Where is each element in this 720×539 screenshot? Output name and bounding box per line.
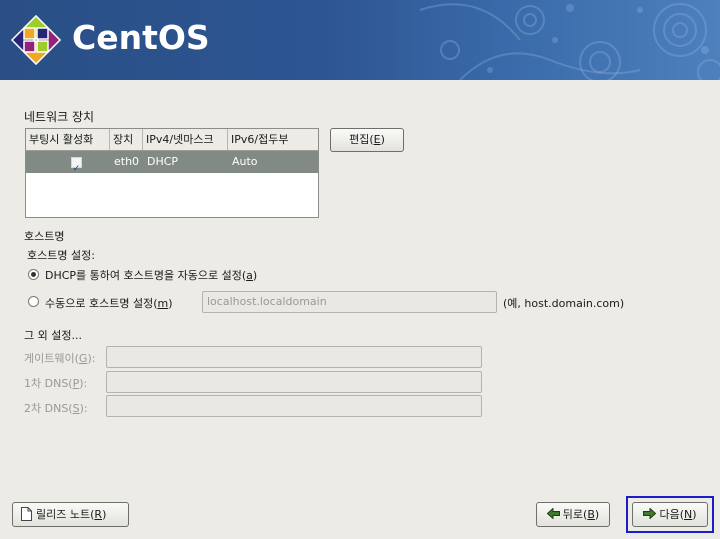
network-devices-table[interactable]: 부팅시 활성화 장치 IPv4/넷마스크 IPv6/접두부 ✓ eth0 DHC… [25,128,319,218]
release-notes-mnemonic: R [94,508,103,521]
dns2-mnemonic: S [72,402,80,415]
column-header-active[interactable]: 부팅시 활성화 [26,129,110,150]
decorative-swirl [419,3,720,80]
edit-button-label: 편집 [349,133,370,146]
gateway-input[interactable] [106,346,482,368]
misc-settings-title: 그 외 설정... [24,329,82,342]
gateway-label: 게이트웨이(G): [24,352,96,365]
gateway-mnemonic: G [78,352,88,365]
column-header-device[interactable]: 장치 [110,129,143,150]
column-header-ipv4[interactable]: IPv4/넷마스크 [143,129,228,150]
next-button[interactable]: 다음(N) [632,502,708,527]
network-devices-title: 네트워크 장치 [24,110,95,124]
release-notes-label: 릴리즈 노트 [36,508,91,521]
release-notes-button[interactable]: 릴리즈 노트(R) [12,502,129,527]
dns2-label: 2차 DNS(S): [24,402,88,415]
arrow-left-icon [546,507,560,520]
back-button[interactable]: 뒤로(B) [536,502,610,527]
manual-hostname-option-label[interactable]: 수동으로 호스트명 설정(m) [45,295,173,311]
edit-button-mnemonic: E [373,133,381,146]
dns1-label-text: 1차 DNS [24,377,69,390]
centos-logo-icon [10,14,62,66]
back-label: 뒤로 [562,508,584,521]
document-icon [21,507,32,521]
hostname-input[interactable]: localhost.localdomain [202,291,497,313]
dns2-input[interactable] [106,395,482,417]
brand-name: CentOS [72,18,210,57]
next-label: 다음 [659,508,680,521]
ipv4-cell: DHCP [147,155,179,168]
manual-hostname-mnemonic: m [157,297,169,310]
manual-hostname-radio[interactable] [28,296,39,307]
column-header-ipv6[interactable]: IPv6/접두부 [228,129,318,150]
hostname-input-value: localhost.localdomain [207,295,327,308]
table-row[interactable]: ✓ eth0 DHCP Auto [26,151,318,174]
dns2-label-text: 2차 DNS [24,402,69,415]
dhcp-hostname-option-label[interactable]: DHCP를 통하여 호스트명을 자동으로 설정(a) [45,267,257,283]
header-banner: CentOS [0,0,720,80]
manual-hostname-text: 수동으로 호스트명 설정 [45,297,154,310]
dhcp-hostname-text: DHCP를 통하여 호스트명을 자동으로 설정 [45,269,242,282]
next-mnemonic: N [684,508,693,521]
active-checkbox[interactable]: ✓ [71,157,82,174]
arrow-right-icon [643,507,657,520]
back-mnemonic: B [587,508,595,521]
dhcp-hostname-mnemonic: a [246,269,253,282]
hostname-setting-label: 호스트명 설정: [27,249,95,262]
ipv6-cell: Auto [232,155,258,168]
hostname-title: 호스트명 [24,230,65,243]
dhcp-hostname-radio[interactable] [28,269,39,280]
dns1-label: 1차 DNS(P): [24,377,88,390]
gateway-label-text: 게이트웨이 [24,352,75,365]
hostname-example: (예, host.domain.com) [503,297,625,310]
device-cell: eth0 [114,155,140,168]
dns1-mnemonic: P [72,377,80,390]
dns1-input[interactable] [106,371,482,393]
edit-button[interactable]: 편집(E) [330,128,404,152]
table-header: 부팅시 활성화 장치 IPv4/넷마스크 IPv6/접두부 [26,129,318,151]
